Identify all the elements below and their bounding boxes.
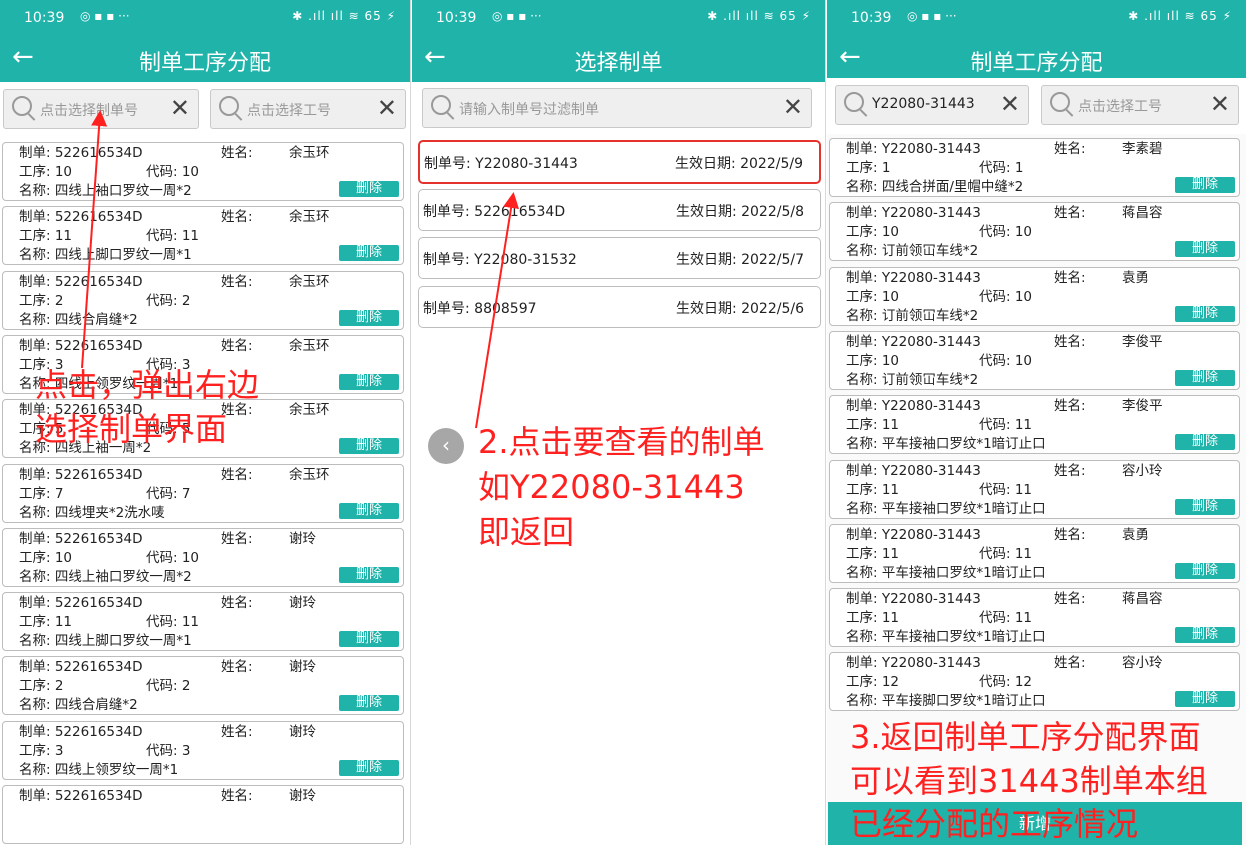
annotation-step3-line3: 已经分配的工序情况	[850, 805, 1139, 843]
annotation-step2-line1: 2.点击要查看的制单	[478, 423, 765, 461]
annotation-step3-line1: 3.返回制单工序分配界面	[850, 718, 1201, 756]
arrow-to-order-item	[475, 192, 520, 429]
annotation-step3-line2: 可以看到31443制单本组	[850, 762, 1208, 800]
arrow-to-order-search	[81, 110, 108, 369]
annotation-step1-line1: 点击，弹出右边	[35, 366, 260, 404]
annotation-step2-line2: 如Y22080-31443	[478, 468, 745, 506]
annotation-step2-line3: 即返回	[478, 513, 575, 551]
annotation-step1-line2: 选择制单界面	[35, 410, 228, 448]
